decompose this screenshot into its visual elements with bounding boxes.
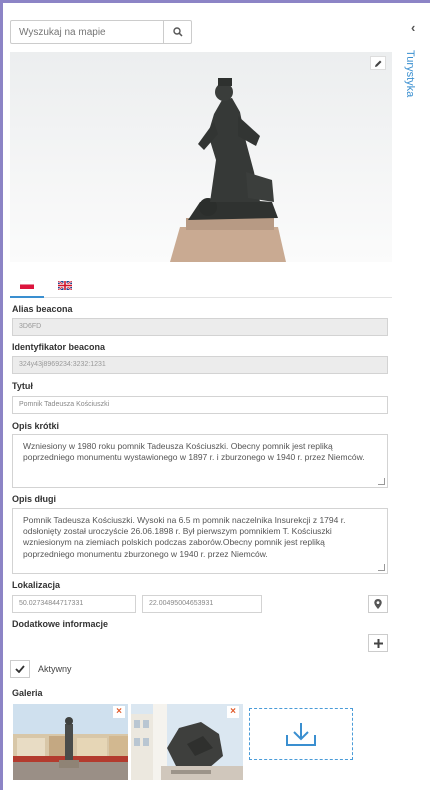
active-checkbox[interactable]: [10, 660, 30, 678]
map-search: [10, 20, 192, 44]
pencil-icon: [374, 60, 381, 67]
latitude-field[interactable]: 50.02734844717331: [12, 595, 136, 613]
pick-location-button[interactable]: [368, 595, 388, 613]
alias-label: Alias beacona: [12, 304, 73, 314]
chevron-left-icon[interactable]: ‹: [411, 20, 415, 35]
short-description-label: Opis krótki: [12, 421, 60, 431]
location-label: Lokalizacja: [12, 580, 61, 590]
gallery-thumbnail-1[interactable]: ×: [13, 704, 128, 780]
active-label: Aktywny: [38, 664, 72, 674]
alias-field[interactable]: 3D6FD: [12, 318, 388, 336]
resize-handle[interactable]: [378, 564, 385, 571]
long-description-field[interactable]: Pomnik Tadeusza Kościuszki. Wysoki na 6.…: [12, 508, 388, 574]
add-info-button[interactable]: [368, 634, 388, 652]
side-tab-label: Turystyka: [404, 50, 416, 98]
language-tabs: [10, 272, 392, 298]
map-marker-icon: [374, 599, 382, 609]
beacon-id-label: Identyfikator beacona: [12, 342, 106, 352]
beacon-id-field[interactable]: 324y43j8969234:3232:1231: [12, 356, 388, 374]
long-description-label: Opis długi: [12, 494, 56, 504]
tab-lang-pl[interactable]: [10, 272, 44, 298]
gallery-image-1: [13, 704, 128, 780]
flag-uk-icon: [58, 280, 72, 290]
short-description-field[interactable]: Wzniesiony w 1980 roku pomnik Tadeusza K…: [12, 434, 388, 488]
edit-photo-button[interactable]: [370, 56, 386, 70]
extra-info-label: Dodatkowe informacje: [12, 619, 109, 629]
short-description-text: Wzniesiony w 1980 roku pomnik Tadeusza K…: [23, 441, 365, 463]
long-description-text: Pomnik Tadeusza Kościuszki. Wysoki na 6.…: [23, 515, 346, 559]
gallery-thumbnail-2[interactable]: ×: [131, 704, 243, 780]
checkmark-icon: [15, 665, 25, 673]
plus-icon: [373, 638, 383, 648]
statue-image: [10, 52, 392, 262]
title-field[interactable]: Pomnik Tadeusza Kościuszki: [12, 396, 388, 414]
search-input[interactable]: [11, 21, 163, 43]
search-icon: [172, 27, 183, 37]
flag-pl-icon: [20, 279, 34, 289]
right-rail: [401, 3, 430, 790]
upload-image-dropzone[interactable]: [249, 708, 353, 760]
gallery-label: Galeria: [12, 688, 43, 698]
longitude-field[interactable]: 22.00495004653931: [142, 595, 262, 613]
tab-lang-en[interactable]: [48, 272, 82, 298]
title-label: Tytuł: [12, 381, 33, 391]
beacon-photo: [10, 52, 392, 262]
close-icon[interactable]: ×: [113, 706, 125, 718]
close-icon[interactable]: ×: [227, 706, 239, 718]
resize-handle[interactable]: [378, 478, 385, 485]
search-button[interactable]: [163, 21, 191, 43]
download-icon: [286, 723, 316, 746]
side-tab-turystyka[interactable]: Turystyka: [404, 50, 428, 110]
